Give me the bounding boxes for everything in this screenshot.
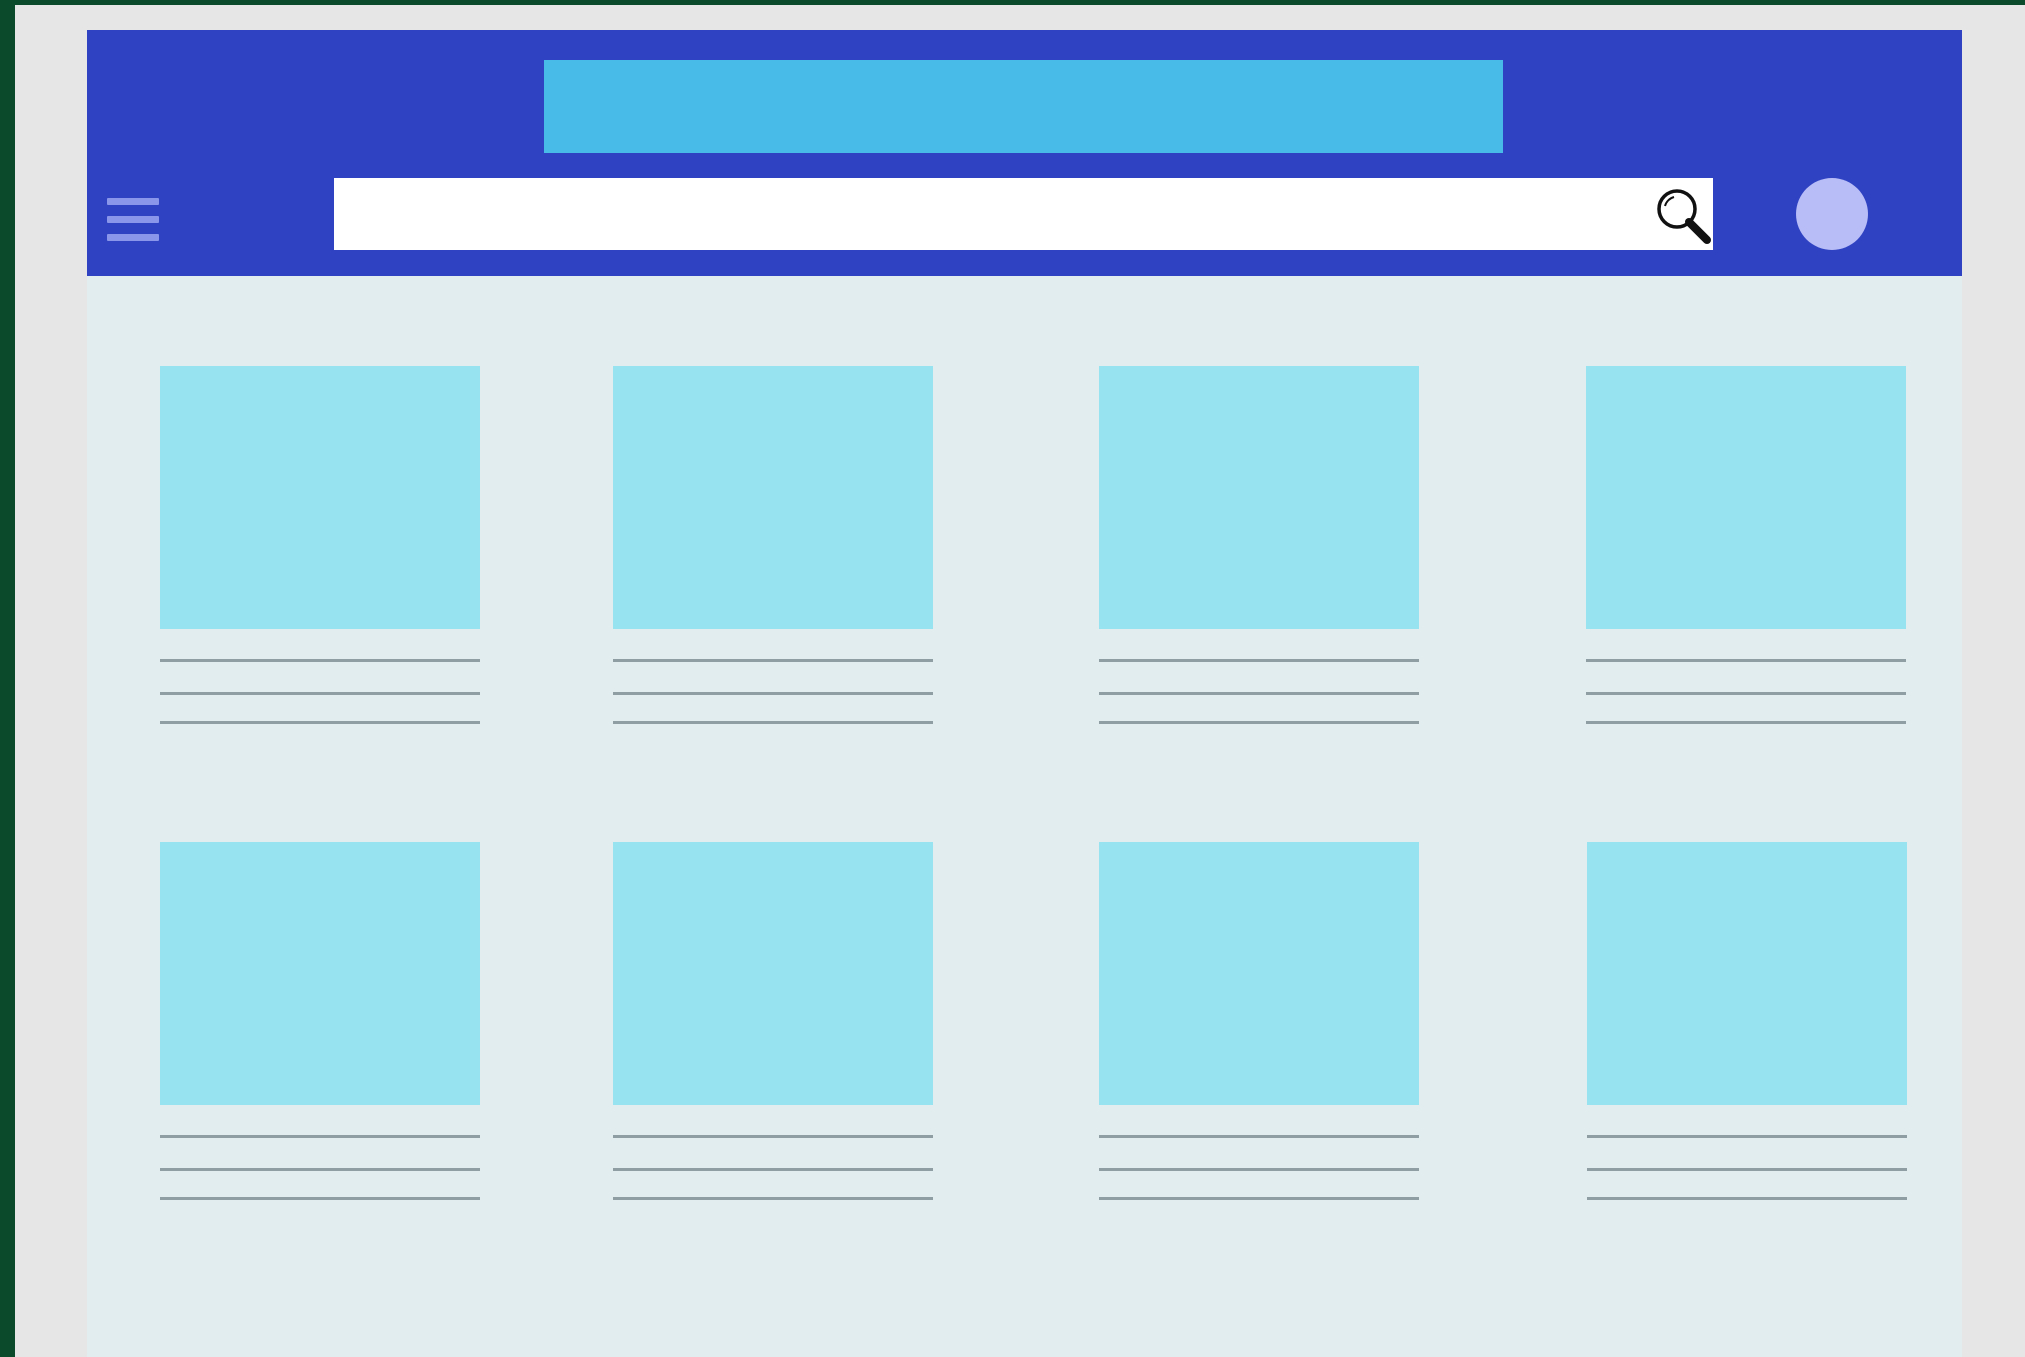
hamburger-menu-icon[interactable] (107, 198, 159, 242)
outer-frame-top (0, 0, 2025, 5)
card-title-line (160, 1135, 480, 1138)
card-image-placeholder (1099, 842, 1419, 1105)
grid-card[interactable] (613, 366, 933, 731)
app-window (87, 30, 1962, 1357)
menu-bar-3 (107, 234, 159, 241)
card-subtitle-line (1099, 692, 1419, 695)
card-title-line (613, 659, 933, 662)
grid-card[interactable] (1099, 366, 1419, 731)
card-image-placeholder (1099, 366, 1419, 629)
search-input[interactable] (334, 178, 1634, 250)
card-title-line (1586, 659, 1906, 662)
card-caption-line (1099, 721, 1419, 724)
grid-card[interactable] (1586, 366, 1906, 731)
grid-card[interactable] (613, 842, 933, 1207)
card-image-placeholder (613, 366, 933, 629)
card-title-line (613, 1135, 933, 1138)
menu-bar-2 (107, 216, 159, 223)
top-app-bar (87, 30, 1962, 276)
card-caption-line (160, 721, 480, 724)
card-title-line (1587, 1135, 1907, 1138)
magnifier-icon[interactable] (1652, 185, 1714, 247)
title-banner (544, 60, 1503, 153)
card-subtitle-line (613, 692, 933, 695)
outer-frame-left (0, 0, 15, 1357)
card-caption-line (1587, 1197, 1907, 1200)
card-subtitle-line (160, 1168, 480, 1171)
card-subtitle-line (1586, 692, 1906, 695)
card-image-placeholder (1587, 842, 1907, 1105)
card-caption-line (613, 721, 933, 724)
grid-card[interactable] (1099, 842, 1419, 1207)
card-image-placeholder (160, 842, 480, 1105)
card-title-line (160, 659, 480, 662)
card-caption-line (1099, 1197, 1419, 1200)
card-title-line (1099, 659, 1419, 662)
card-subtitle-line (1587, 1168, 1907, 1171)
grid-card[interactable] (1587, 842, 1907, 1207)
card-caption-line (160, 1197, 480, 1200)
card-subtitle-line (613, 1168, 933, 1171)
grid-card[interactable] (160, 842, 480, 1207)
card-subtitle-line (160, 692, 480, 695)
grid-card[interactable] (160, 366, 480, 731)
card-image-placeholder (613, 842, 933, 1105)
card-caption-line (1586, 721, 1906, 724)
user-avatar[interactable] (1796, 178, 1868, 250)
card-subtitle-line (1099, 1168, 1419, 1171)
menu-bar-1 (107, 198, 159, 205)
card-caption-line (613, 1197, 933, 1200)
card-image-placeholder (1586, 366, 1906, 629)
card-title-line (1099, 1135, 1419, 1138)
card-image-placeholder (160, 366, 480, 629)
search-box (334, 178, 1713, 250)
